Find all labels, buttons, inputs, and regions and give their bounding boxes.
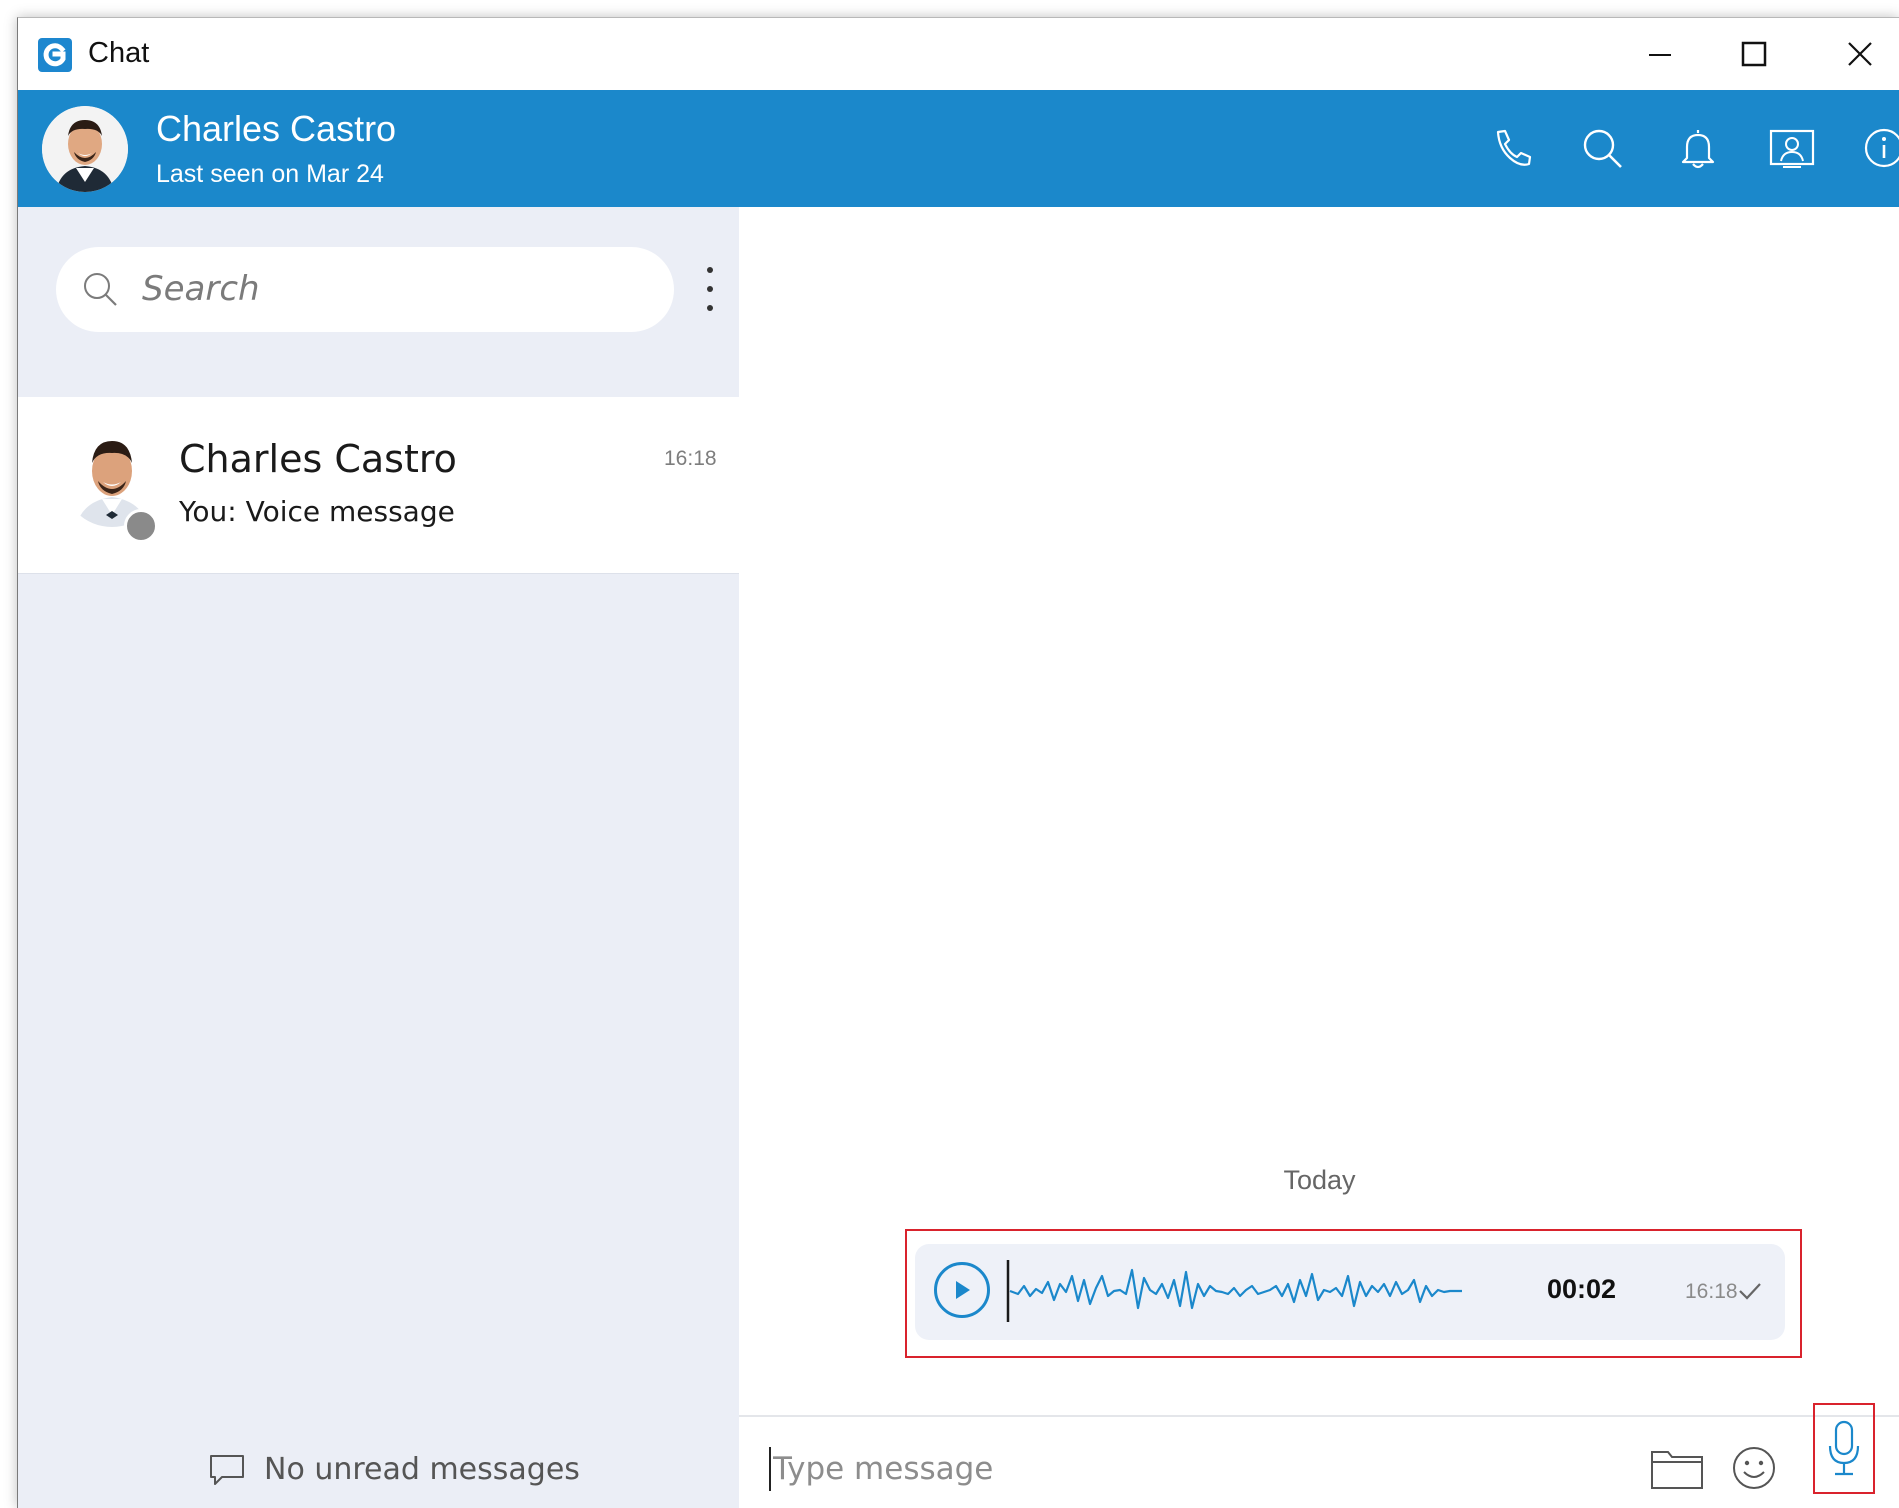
unread-status: No unread messages [208,1452,580,1487]
bell-icon [1681,130,1715,169]
emoji-icon [1733,1447,1775,1489]
contact-card-icon [1769,129,1815,168]
more-options-button[interactable] [698,267,722,311]
record-voice-button[interactable] [1813,1403,1875,1494]
minimize-icon [1649,54,1671,56]
info-button[interactable] [1858,122,1899,174]
contact-name: Charles Castro [156,108,397,149]
message-bubble-icon [210,1454,244,1485]
attach-file-button[interactable] [1649,1443,1705,1493]
search-icon [1583,129,1622,168]
play-button[interactable] [934,1262,990,1318]
phone-icon [1496,129,1532,166]
app-logo-icon [38,38,72,72]
microphone-icon [1828,1420,1860,1475]
chat-item-time: 16:18 [664,447,717,470]
notifications-button[interactable] [1672,122,1724,174]
title-bar: Chat [18,18,1899,90]
message-pane: Today 00:02 16:18 [739,207,1899,1508]
minimize-button[interactable] [1638,34,1682,74]
conversation-header: Charles Castro Last seen on Mar 24 [18,90,1899,207]
emoji-button[interactable] [1729,1443,1779,1493]
voice-duration: 00:02 [1547,1274,1617,1304]
waveform[interactable] [1006,1256,1531,1326]
chat-item-name: Charles Castro [179,437,457,481]
kebab-dot [707,267,713,273]
close-icon [1848,42,1872,66]
date-separator: Today [1283,1165,1356,1195]
presence-indicator [124,509,158,543]
composer-bar [739,1415,1899,1508]
folder-icon [1651,1451,1703,1489]
search-input[interactable] [142,265,642,313]
contact-card-button[interactable] [1766,122,1818,174]
play-icon [956,1281,970,1299]
chat-item-preview: You: Voice message [179,495,455,528]
chat-list-item[interactable]: Charles Castro 16:18 You: Voice message [18,397,739,573]
close-button[interactable] [1838,34,1882,74]
unread-status-text: No unread messages [264,1452,580,1487]
info-icon [1864,128,1899,168]
sidebar: Charles Castro 16:18 You: Voice message … [18,207,739,1508]
message-input[interactable] [769,1447,1569,1491]
call-button[interactable] [1486,122,1538,174]
contact-status: Last seen on Mar 24 [156,160,384,188]
maximize-icon [1741,41,1767,67]
search-icon [84,273,117,306]
chat-window: Chat Charles Castro Last seen on Mar 24 [17,17,1899,1508]
check-icon [1739,1283,1761,1300]
window-title: Chat [88,37,150,69]
search-conversation-button[interactable] [1576,122,1628,174]
voice-message[interactable]: 00:02 16:18 [915,1244,1785,1340]
maximize-button[interactable] [1732,34,1776,74]
avatar[interactable] [42,106,128,192]
kebab-dot [707,305,713,311]
kebab-dot [707,286,713,292]
message-time: 16:18 [1685,1280,1738,1303]
search-box[interactable] [56,247,674,332]
